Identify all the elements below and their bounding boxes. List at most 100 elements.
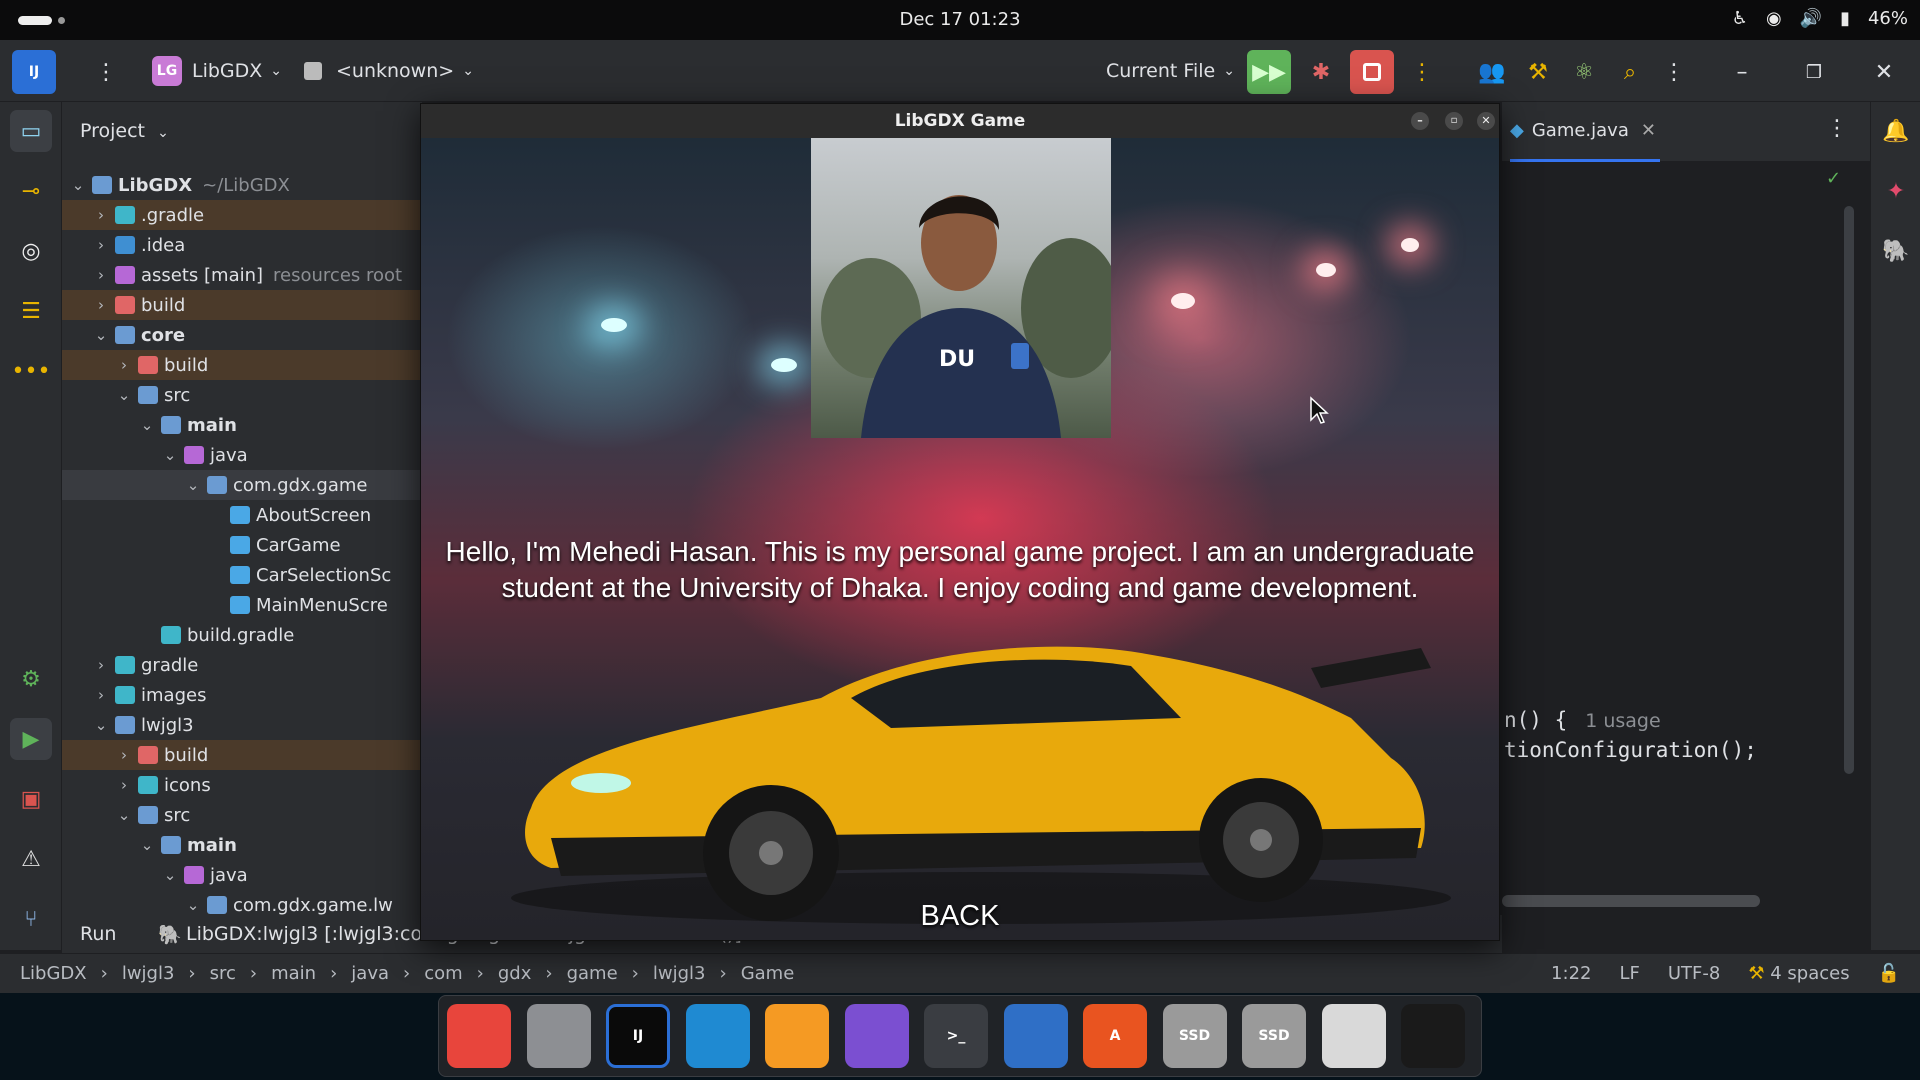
chevron-down-icon[interactable]: ⌄: [183, 896, 203, 914]
tree-item[interactable]: › .gradle: [62, 200, 422, 230]
tab-game-java[interactable]: ◆ Game.java ✕: [1510, 102, 1660, 162]
minimize-window-icon[interactable]: –: [1720, 50, 1764, 94]
wifi-icon[interactable]: ◉: [1766, 8, 1782, 29]
github-icon[interactable]: ◎: [10, 230, 52, 272]
chevron-down-icon[interactable]: ⌄: [137, 836, 157, 854]
game-close-icon[interactable]: ✕: [1477, 112, 1495, 130]
dock-app-ubuntu[interactable]: [1401, 1004, 1465, 1068]
gradle-icon[interactable]: 🐘: [1875, 230, 1917, 272]
tree-item[interactable]: ⌄ main: [62, 830, 422, 860]
debug-icon[interactable]: ✱: [1299, 50, 1343, 94]
game-canvas[interactable]: DU Hello, I'm Mehedi Hasan. This is my p…: [421, 138, 1499, 940]
tree-item[interactable]: ⌄ lwjgl3: [62, 710, 422, 740]
tree-item[interactable]: MainMenuScre: [62, 590, 422, 620]
tree-item[interactable]: ⌄ LibGDX ~/LibGDX: [62, 170, 422, 200]
atom-icon[interactable]: ⚛: [1562, 50, 1606, 94]
battery-icon[interactable]: ▮: [1840, 8, 1850, 29]
dock-app-files[interactable]: [526, 1004, 591, 1068]
volume-icon[interactable]: 🔊: [1800, 8, 1822, 29]
more-actions-icon[interactable]: ⋮: [1400, 50, 1444, 94]
tree-item[interactable]: CarGame: [62, 530, 422, 560]
run-config-selector[interactable]: Current File ⌄: [1106, 40, 1235, 102]
tree-item[interactable]: ⌄ main: [62, 410, 422, 440]
tree-item[interactable]: ⌄ java: [62, 440, 422, 470]
code-line-config[interactable]: tionConfiguration();: [1504, 738, 1757, 762]
breadcrumb-item[interactable]: lwjgl3: [653, 963, 706, 984]
dock-app-trash[interactable]: [1321, 1004, 1386, 1068]
code-line-method[interactable]: n() {1 usage: [1504, 708, 1661, 732]
chevron-right-icon[interactable]: ›: [91, 206, 111, 224]
tree-item[interactable]: › gradle: [62, 650, 422, 680]
game-minimize-icon[interactable]: –: [1411, 112, 1429, 130]
tree-item[interactable]: build.gradle: [62, 620, 422, 650]
problems-icon[interactable]: ⚠: [10, 838, 52, 880]
chevron-down-icon[interactable]: ⌄: [160, 866, 180, 884]
notifications-bell-icon[interactable]: 🔔: [1875, 110, 1917, 152]
breadcrumb-item[interactable]: LibGDX: [20, 963, 87, 984]
tree-item[interactable]: ⌄ src: [62, 380, 422, 410]
run-tool-icon[interactable]: ▶: [10, 718, 52, 760]
tree-item[interactable]: › build: [62, 350, 422, 380]
dock-app-postman[interactable]: [765, 1004, 829, 1068]
run-label[interactable]: Run: [80, 923, 116, 945]
system-clock[interactable]: Dec 17 01:23: [0, 9, 1920, 30]
dock-app-intellij[interactable]: IJ: [606, 1004, 670, 1068]
game-window-titlebar[interactable]: LibGDX Game – ▫ ✕: [421, 104, 1499, 138]
tree-item[interactable]: ⌄ core: [62, 320, 422, 350]
chevron-down-icon[interactable]: ⌄: [91, 326, 111, 344]
chevron-right-icon[interactable]: ›: [114, 746, 134, 764]
file-encoding[interactable]: UTF-8: [1668, 963, 1720, 984]
caret-position[interactable]: 1:22: [1551, 963, 1591, 984]
vertical-scrollbar[interactable]: [1844, 206, 1854, 774]
dock-app-ssd2[interactable]: SSD: [1242, 1004, 1306, 1068]
ai-assistant-icon[interactable]: ✦: [1875, 170, 1917, 212]
tree-item[interactable]: AboutScreen: [62, 500, 422, 530]
breadcrumb-item[interactable]: gdx: [498, 963, 532, 984]
tree-item[interactable]: › .idea: [62, 230, 422, 260]
chevron-down-icon[interactable]: ⌄: [68, 176, 88, 194]
lock-icon[interactable]: 🔓: [1878, 963, 1900, 984]
breadcrumb-item[interactable]: java: [351, 963, 389, 984]
tree-item[interactable]: › build: [62, 290, 422, 320]
back-button[interactable]: BACK: [421, 900, 1499, 933]
services-gear-icon[interactable]: ⚙: [10, 658, 52, 700]
chevron-down-icon[interactable]: ⌄: [137, 416, 157, 434]
settings-menu-icon[interactable]: ⋮: [1652, 50, 1696, 94]
dock-app-github[interactable]: [844, 1004, 909, 1068]
vcs-branch-switcher[interactable]: <unknown> ⌄: [304, 40, 474, 102]
chevron-down-icon[interactable]: ⌄: [114, 386, 134, 404]
more-tools-icon[interactable]: •••: [10, 350, 52, 392]
close-tab-icon[interactable]: ✕: [1641, 120, 1656, 141]
dock-app-ssd1[interactable]: SSD: [1162, 1004, 1227, 1068]
build-tools-icon[interactable]: ⚒: [1516, 50, 1560, 94]
chevron-down-icon[interactable]: ⌄: [160, 446, 180, 464]
tree-item[interactable]: CarSelectionSc: [62, 560, 422, 590]
horizontal-scrollbar[interactable]: [1502, 895, 1760, 907]
line-separator[interactable]: LF: [1619, 963, 1639, 984]
breadcrumb-item[interactable]: src: [210, 963, 236, 984]
system-tray[interactable]: ♿ ◉ 🔊 ▮ 46%: [1732, 8, 1908, 29]
accessibility-icon[interactable]: ♿: [1732, 8, 1748, 29]
project-switcher[interactable]: LG LibGDX ⌄: [152, 40, 282, 102]
chevron-right-icon[interactable]: ›: [91, 656, 111, 674]
game-window[interactable]: LibGDX Game – ▫ ✕ DU Hello, I'm Mehedi H…: [420, 103, 1500, 941]
code-editor[interactable]: n() {1 usage tionConfiguration();: [1502, 102, 1870, 950]
chevron-right-icon[interactable]: ›: [114, 776, 134, 794]
indent-setting[interactable]: ⚒ 4 spaces: [1748, 963, 1849, 984]
tree-item[interactable]: ⌄ java: [62, 860, 422, 890]
chevron-right-icon[interactable]: ›: [91, 296, 111, 314]
dock-app-chrome[interactable]: [447, 1004, 511, 1068]
terminal-icon[interactable]: ▣: [10, 778, 52, 820]
structure-icon[interactable]: ☰: [10, 290, 52, 332]
rerun-button[interactable]: ▶▶: [1247, 50, 1291, 94]
project-view-icon[interactable]: ▭: [10, 110, 52, 152]
commit-icon[interactable]: ⊸: [10, 170, 52, 212]
game-maximize-icon[interactable]: ▫: [1445, 112, 1463, 130]
breadcrumb-item[interactable]: game: [567, 963, 618, 984]
code-with-me-icon[interactable]: 👥: [1470, 50, 1514, 94]
chevron-down-icon[interactable]: ⌄: [114, 806, 134, 824]
project-panel-header[interactable]: Project ⌄: [80, 120, 169, 142]
intellij-logo-icon[interactable]: IJ: [12, 50, 56, 94]
restore-window-icon[interactable]: ❐: [1792, 50, 1836, 94]
git-branch-icon[interactable]: ⑂: [10, 898, 52, 940]
